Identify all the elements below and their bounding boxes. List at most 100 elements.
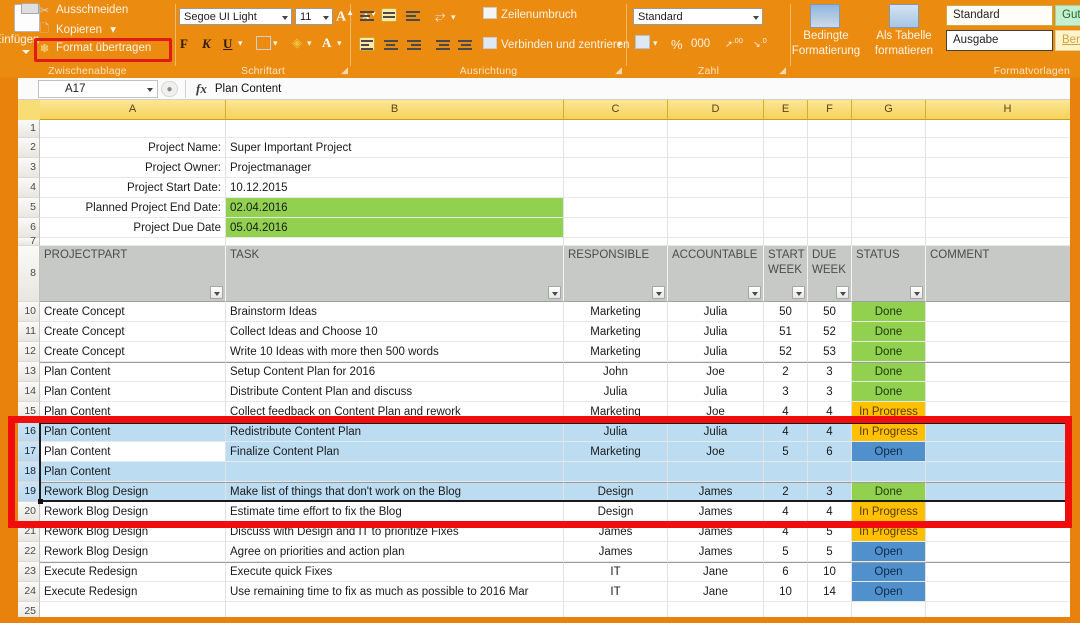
format-painter-button[interactable]: ✽ Format übertragen	[40, 42, 151, 55]
borders-dropdown-arrow-icon[interactable]: ▾	[273, 38, 278, 49]
cell-E14[interactable]: 3	[764, 382, 808, 402]
wrap-text-icon[interactable]	[483, 7, 497, 19]
cell-A15[interactable]: Plan Content	[40, 402, 226, 422]
cell-F13[interactable]: 3	[808, 362, 852, 382]
cell-C19[interactable]: Design	[564, 482, 668, 502]
row-header-10[interactable]: 10	[18, 302, 40, 322]
cell-A25[interactable]	[40, 602, 226, 617]
merge-center-label[interactable]: Verbinden und zentrieren	[501, 39, 630, 51]
cell-C20[interactable]: Design	[564, 502, 668, 522]
cell-E12[interactable]: 52	[764, 342, 808, 362]
filter-dropdown-due_week[interactable]	[836, 286, 849, 299]
row-header-6[interactable]: 6	[18, 218, 40, 238]
currency-icon[interactable]	[635, 35, 650, 49]
cell-H21[interactable]	[926, 522, 1070, 542]
column-header-a[interactable]: A	[40, 100, 226, 120]
format-as-table-label-1[interactable]: Als Tabelle	[873, 30, 935, 42]
cell-D4[interactable]	[668, 178, 764, 198]
cell-F11[interactable]: 52	[808, 322, 852, 342]
cell-G15[interactable]: In Progress	[852, 402, 926, 422]
align-left-icon[interactable]	[359, 37, 375, 51]
cell-B7[interactable]	[226, 238, 564, 246]
cell-F4[interactable]	[808, 178, 852, 198]
cell-E15[interactable]: 4	[764, 402, 808, 422]
column-header-e[interactable]: E	[764, 100, 808, 120]
italic-button[interactable]: K	[202, 36, 211, 52]
cell-C12[interactable]: Marketing	[564, 342, 668, 362]
cell-A20[interactable]: Rework Blog Design	[40, 502, 226, 522]
table-header-responsible[interactable]: RESPONSIBLE	[564, 246, 668, 302]
underline-dropdown-arrow-icon[interactable]: ▾	[238, 38, 243, 49]
cell-G24[interactable]: Open	[852, 582, 926, 602]
cell-G13[interactable]: Done	[852, 362, 926, 382]
row-header-21[interactable]: 21	[18, 522, 40, 542]
project-info-value-1[interactable]: Projectmanager	[226, 158, 564, 178]
row-header-19[interactable]: 19	[18, 482, 40, 502]
row-header-1[interactable]: 1	[18, 120, 40, 138]
row-header-22[interactable]: 22	[18, 542, 40, 562]
cell-C23[interactable]: IT	[564, 562, 668, 582]
cell-H7[interactable]	[926, 238, 1070, 246]
cell-G14[interactable]: Done	[852, 382, 926, 402]
cell-C25[interactable]	[564, 602, 668, 617]
row-header-4[interactable]: 4	[18, 178, 40, 198]
cell-E4[interactable]	[764, 178, 808, 198]
row-header-18[interactable]: 18	[18, 462, 40, 482]
project-info-value-0[interactable]: Super Important Project	[226, 138, 564, 158]
merge-dropdown-arrow-icon[interactable]: ▾	[617, 39, 622, 50]
cell-H12[interactable]	[926, 342, 1070, 362]
cell-F6[interactable]	[808, 218, 852, 238]
copy-button[interactable]: 🗋 Kopieren ▾	[40, 22, 116, 36]
percent-style-button[interactable]: %	[671, 37, 683, 52]
fill-color-icon[interactable]: ◈	[292, 35, 302, 51]
align-top-icon[interactable]	[359, 9, 375, 23]
copy-dropdown-arrow-icon[interactable]: ▾	[110, 24, 116, 36]
cell-H1[interactable]	[926, 120, 1070, 138]
cell-F21[interactable]: 5	[808, 522, 852, 542]
row-header-17[interactable]: 17	[18, 442, 40, 462]
cell-H13[interactable]	[926, 362, 1070, 382]
conditional-formatting-label-2[interactable]: Formatierung	[783, 45, 869, 57]
cell-A23[interactable]: Execute Redesign	[40, 562, 226, 582]
paste-button-label[interactable]: Einfügen	[0, 34, 39, 46]
row-header-2[interactable]: 2	[18, 138, 40, 158]
cell-H19[interactable]	[926, 482, 1070, 502]
font-size-combo[interactable]: 11	[295, 8, 333, 25]
paste-icon[interactable]	[14, 3, 40, 32]
formula-bar-input[interactable]: Plan Content	[215, 83, 282, 95]
cell-B18[interactable]	[226, 462, 564, 482]
cell-H6[interactable]	[926, 218, 1070, 238]
cell-D19[interactable]: James	[668, 482, 764, 502]
font-color-dropdown-arrow-icon[interactable]: ▾	[337, 38, 342, 49]
cell-A19[interactable]: Rework Blog Design	[40, 482, 226, 502]
row-header-25[interactable]: 25	[18, 602, 40, 617]
cell-G11[interactable]: Done	[852, 322, 926, 342]
cell-F10[interactable]: 50	[808, 302, 852, 322]
wrap-text-label[interactable]: Zeilenumbruch	[501, 9, 577, 21]
cell-E7[interactable]	[764, 238, 808, 246]
cell-D25[interactable]	[668, 602, 764, 617]
filter-dropdown-projectpart[interactable]	[210, 286, 223, 299]
cell-C18[interactable]	[564, 462, 668, 482]
cell-F18[interactable]	[808, 462, 852, 482]
cell-B19[interactable]: Make list of things that don't work on t…	[226, 482, 564, 502]
number-dialog-launcher-icon[interactable]: ◢	[779, 65, 786, 76]
cell-B25[interactable]	[226, 602, 564, 617]
increase-decimal-icon[interactable]: ↗.00	[725, 36, 743, 50]
thousands-separator-button[interactable]: 000	[691, 38, 710, 50]
cell-D11[interactable]: Julia	[668, 322, 764, 342]
cell-F24[interactable]: 14	[808, 582, 852, 602]
row-header-15[interactable]: 15	[18, 402, 40, 422]
filter-dropdown-responsible[interactable]	[652, 286, 665, 299]
fill-handle[interactable]	[38, 499, 43, 504]
project-info-value-2[interactable]: 10.12.2015	[226, 178, 564, 198]
cell-F12[interactable]: 53	[808, 342, 852, 362]
cell-D23[interactable]: Jane	[668, 562, 764, 582]
cell-H22[interactable]	[926, 542, 1070, 562]
cell-G20[interactable]: In Progress	[852, 502, 926, 522]
column-header-c[interactable]: C	[564, 100, 668, 120]
cell-E5[interactable]	[764, 198, 808, 218]
cell-C17[interactable]: Marketing	[564, 442, 668, 462]
cell-D2[interactable]	[668, 138, 764, 158]
cell-E21[interactable]: 4	[764, 522, 808, 542]
